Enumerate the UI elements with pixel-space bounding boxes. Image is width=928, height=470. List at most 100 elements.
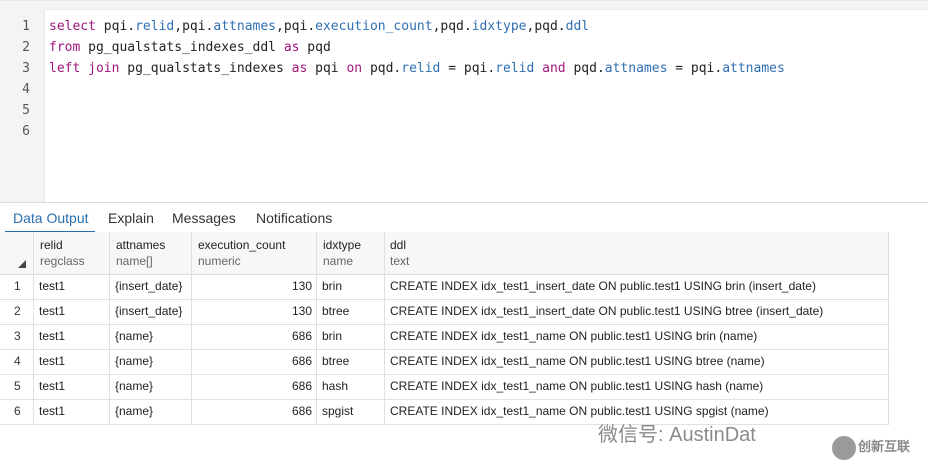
column-header-idxtype[interactable]: idxtype name [323, 238, 361, 268]
line-number: 5 [22, 103, 30, 118]
cell-ddl[interactable]: CREATE INDEX idx_test1_insert_date ON pu… [390, 304, 823, 318]
cell-relid[interactable]: test1 [39, 329, 65, 343]
cell-idxtype[interactable]: spgist [322, 404, 353, 418]
column-header-relid[interactable]: relid regclass [40, 238, 85, 268]
column-type: numeric [198, 254, 241, 268]
column-type: name [323, 254, 354, 268]
keyword: left join [49, 61, 128, 76]
column-name: relid [40, 238, 63, 252]
code-token: relid [495, 61, 535, 76]
code-token: , [174, 19, 183, 34]
cell-idxtype[interactable]: brin [322, 329, 342, 343]
cell-relid[interactable]: test1 [39, 304, 65, 318]
cell-idxtype[interactable]: btree [322, 304, 349, 318]
result-tabs: Data Output Explain Messages Notificatio… [0, 202, 928, 233]
column-header-execution-count[interactable]: execution_count numeric [198, 238, 285, 268]
cell-attnames[interactable]: {name} [115, 329, 153, 343]
code-token: attnames [722, 61, 785, 76]
code-token: pqd. [573, 61, 605, 76]
keyword: as [291, 61, 316, 76]
table-row[interactable]: 1 test1 {insert_date} 130 brin CREATE INDEX i… [0, 275, 889, 300]
code-token: idxtype [471, 19, 527, 34]
code-token: pqd [307, 40, 331, 55]
column-name: execution_count [198, 238, 286, 252]
grid-header: relid regclass attnames name[] execution… [0, 232, 889, 275]
row-number[interactable]: 4 [14, 354, 21, 368]
cell-idxtype[interactable]: btree [322, 354, 349, 368]
cell-idxtype[interactable]: hash [322, 379, 348, 393]
cell-attnames[interactable]: {insert_date} [115, 304, 182, 318]
cell-execution-count[interactable]: 686 [292, 329, 312, 343]
column-type: regclass [40, 254, 85, 268]
data-output-grid[interactable]: relid regclass attnames name[] execution… [0, 232, 928, 470]
brand-logo-icon [832, 436, 856, 460]
code-line-3[interactable]: left join pg_qualstats_indexes as pqi on… [49, 61, 785, 76]
cell-ddl[interactable]: CREATE INDEX idx_test1_name ON public.te… [390, 329, 757, 343]
column-name: idxtype [323, 238, 362, 252]
row-number[interactable]: 2 [14, 304, 21, 318]
code-token: pqi. [103, 19, 136, 34]
query-editor[interactable]: 1 2 3 4 5 6 select pqi.relid,pqi.attname… [0, 0, 928, 203]
cell-ddl[interactable]: CREATE INDEX idx_test1_name ON public.te… [390, 379, 763, 393]
line-number-gutter: 1 2 3 4 5 6 [0, 9, 45, 203]
row-number[interactable]: 1 [14, 279, 21, 293]
column-header-attnames[interactable]: attnames name[] [116, 238, 165, 268]
cell-attnames[interactable]: {name} [115, 354, 153, 368]
column-divider [384, 232, 385, 424]
code-token: attnames [604, 61, 668, 76]
table-row[interactable]: 3 test1 {name} 686 brin CREATE INDEX idx_test… [0, 325, 889, 350]
column-divider [109, 232, 110, 424]
row-number[interactable]: 5 [14, 379, 21, 393]
cell-relid[interactable]: test1 [39, 279, 65, 293]
cell-execution-count[interactable]: 686 [292, 354, 312, 368]
cell-execution-count[interactable]: 686 [292, 404, 312, 418]
tab-notifications[interactable]: Notifications [256, 210, 332, 226]
column-divider [33, 232, 34, 424]
watermark-brand: 创新互联 [858, 439, 911, 454]
cell-relid[interactable]: test1 [39, 404, 65, 418]
code-token: pqi [315, 61, 347, 76]
cell-execution-count[interactable]: 130 [292, 304, 312, 318]
column-type: name[] [116, 254, 153, 268]
keyword: select [49, 19, 104, 34]
cell-attnames[interactable]: {name} [115, 404, 153, 418]
code-token: ddl [565, 19, 590, 34]
code-token: pqd. [369, 61, 402, 76]
row-number[interactable]: 6 [14, 404, 21, 418]
column-name: ddl [390, 238, 407, 252]
tab-explain[interactable]: Explain [108, 210, 154, 226]
editor-toolbar-strip [0, 1, 928, 10]
cell-attnames[interactable]: {insert_date} [115, 279, 182, 293]
select-all-corner-icon[interactable] [18, 260, 26, 268]
cell-attnames[interactable]: {name} [115, 379, 153, 393]
code-token: ,pqd. [432, 19, 472, 34]
code-token: relid [135, 19, 175, 34]
code-token: relid [401, 61, 441, 76]
cell-ddl[interactable]: CREATE INDEX idx_test1_insert_date ON pu… [390, 279, 816, 293]
table-row[interactable]: 2 test1 {insert_date} 130 btree CREATE INDEX … [0, 300, 889, 325]
table-row[interactable]: 4 test1 {name} 686 btree CREATE INDEX idx_tes… [0, 350, 889, 375]
column-header-ddl[interactable]: ddl text [390, 238, 409, 268]
column-type: text [390, 254, 410, 268]
code-token: = pqi. [440, 61, 496, 76]
keyword: from [49, 40, 89, 55]
keyword: and [534, 61, 574, 76]
code-token: attnames [213, 19, 277, 34]
code-token: ,pqd. [526, 19, 566, 34]
cell-execution-count[interactable]: 686 [292, 379, 312, 393]
code-token: ,pqi. [276, 19, 316, 34]
cell-relid[interactable]: test1 [39, 379, 65, 393]
tab-messages[interactable]: Messages [172, 210, 236, 226]
code-line-1[interactable]: select pqi.relid,pqi.attnames,pqi.execut… [49, 19, 589, 34]
row-number[interactable]: 3 [14, 329, 21, 343]
cell-relid[interactable]: test1 [39, 354, 65, 368]
cell-idxtype[interactable]: brin [322, 279, 342, 293]
code-token: pqi. [182, 19, 214, 34]
code-line-2[interactable]: from pg_qualstats_indexes_ddl as pqd [49, 40, 331, 55]
tab-data-output[interactable]: Data Output [13, 210, 89, 226]
cell-ddl[interactable]: CREATE INDEX idx_test1_name ON public.te… [390, 404, 769, 418]
line-number: 6 [22, 124, 30, 139]
cell-execution-count[interactable]: 130 [292, 279, 312, 293]
cell-ddl[interactable]: CREATE INDEX idx_test1_name ON public.te… [390, 354, 765, 368]
table-row[interactable]: 5 test1 {name} 686 hash CREATE INDEX idx_test… [0, 375, 889, 400]
